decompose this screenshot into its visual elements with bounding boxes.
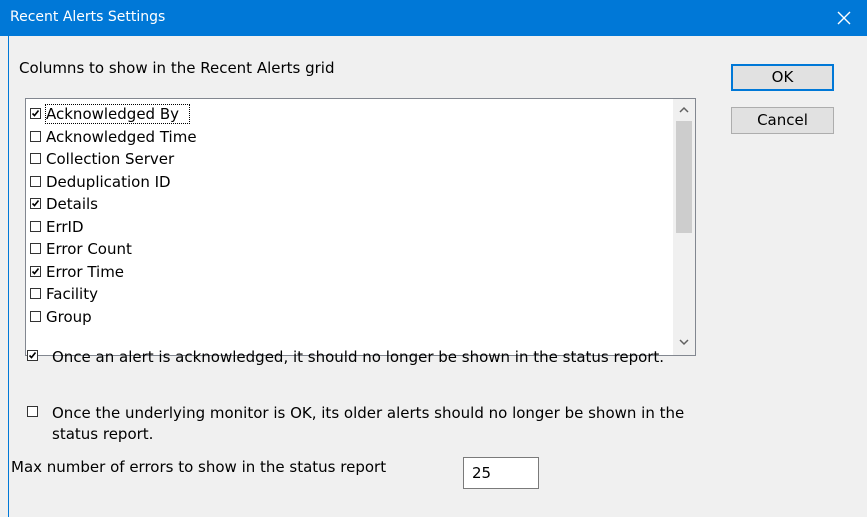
column-list-item[interactable]: Group xyxy=(28,306,670,329)
column-label: Error Time xyxy=(46,262,125,281)
column-label: Error Count xyxy=(46,240,132,258)
column-list-item[interactable]: Facility xyxy=(28,283,670,306)
chevron-down-icon xyxy=(679,339,689,346)
column-label: Acknowledged Time xyxy=(46,127,197,146)
column-list-item[interactable]: Collection Server xyxy=(28,148,670,171)
hide-acknowledged-label: Once an alert is acknowledged, it should… xyxy=(52,348,665,366)
column-label: Facility xyxy=(46,285,98,303)
column-checkbox[interactable] xyxy=(30,175,41,187)
column-checkbox[interactable] xyxy=(30,265,41,277)
close-button[interactable] xyxy=(821,0,867,36)
hide-when-ok-checkbox[interactable] xyxy=(27,406,38,417)
column-checkbox[interactable] xyxy=(30,130,41,142)
title-bar: Recent Alerts Settings xyxy=(0,0,867,36)
column-label: Acknowledged By xyxy=(44,104,191,124)
column-checkbox[interactable] xyxy=(30,153,41,164)
cancel-button[interactable]: Cancel xyxy=(731,107,834,134)
dialog-body: Columns to show in the Recent Alerts gri… xyxy=(8,36,867,517)
column-label: ErrID xyxy=(46,217,84,236)
column-checkbox[interactable] xyxy=(30,220,41,232)
ok-button[interactable]: OK xyxy=(731,64,834,91)
column-label: Details xyxy=(46,195,99,213)
check-icon xyxy=(31,110,40,117)
window-title: Recent Alerts Settings xyxy=(10,9,166,25)
column-checkbox[interactable] xyxy=(30,310,41,322)
scrollbar-thumb[interactable] xyxy=(676,121,692,233)
check-icon xyxy=(31,267,40,275)
check-icon xyxy=(28,352,37,359)
max-errors-label: Max number of errors to show in the stat… xyxy=(11,458,387,476)
max-errors-input[interactable]: 25 xyxy=(463,457,539,489)
column-list-item[interactable]: Error Time xyxy=(28,261,670,284)
column-checkbox[interactable] xyxy=(30,108,41,119)
column-label: Collection Server xyxy=(46,150,175,168)
check-icon xyxy=(31,200,40,207)
column-label: Group xyxy=(46,307,92,326)
column-list-item[interactable]: Details xyxy=(28,193,670,216)
hide-when-ok-label: Once the underlying monitor is OK, its o… xyxy=(52,404,685,443)
column-list-item[interactable]: Acknowledged By xyxy=(28,103,670,126)
columns-list: Acknowledged By Acknowledged Time Collecti… xyxy=(28,103,670,328)
column-list-item[interactable]: Deduplication ID xyxy=(28,171,670,194)
columns-listbox[interactable]: Acknowledged By Acknowledged Time Collecti… xyxy=(25,98,696,356)
column-checkbox[interactable] xyxy=(30,198,41,209)
close-icon xyxy=(837,11,851,25)
column-checkbox[interactable] xyxy=(30,243,41,254)
hide-acknowledged-checkbox[interactable] xyxy=(27,350,38,361)
column-label: Deduplication ID xyxy=(46,172,171,191)
chevron-up-icon xyxy=(679,106,689,113)
column-list-item[interactable]: ErrID xyxy=(28,216,670,239)
scroll-up-button[interactable] xyxy=(673,101,695,119)
columns-label: Columns to show in the Recent Alerts gri… xyxy=(19,59,335,77)
vertical-scrollbar[interactable] xyxy=(673,99,695,355)
column-list-item[interactable]: Error Count xyxy=(28,238,670,261)
column-checkbox[interactable] xyxy=(30,288,41,299)
column-list-item[interactable]: Acknowledged Time xyxy=(28,126,670,149)
